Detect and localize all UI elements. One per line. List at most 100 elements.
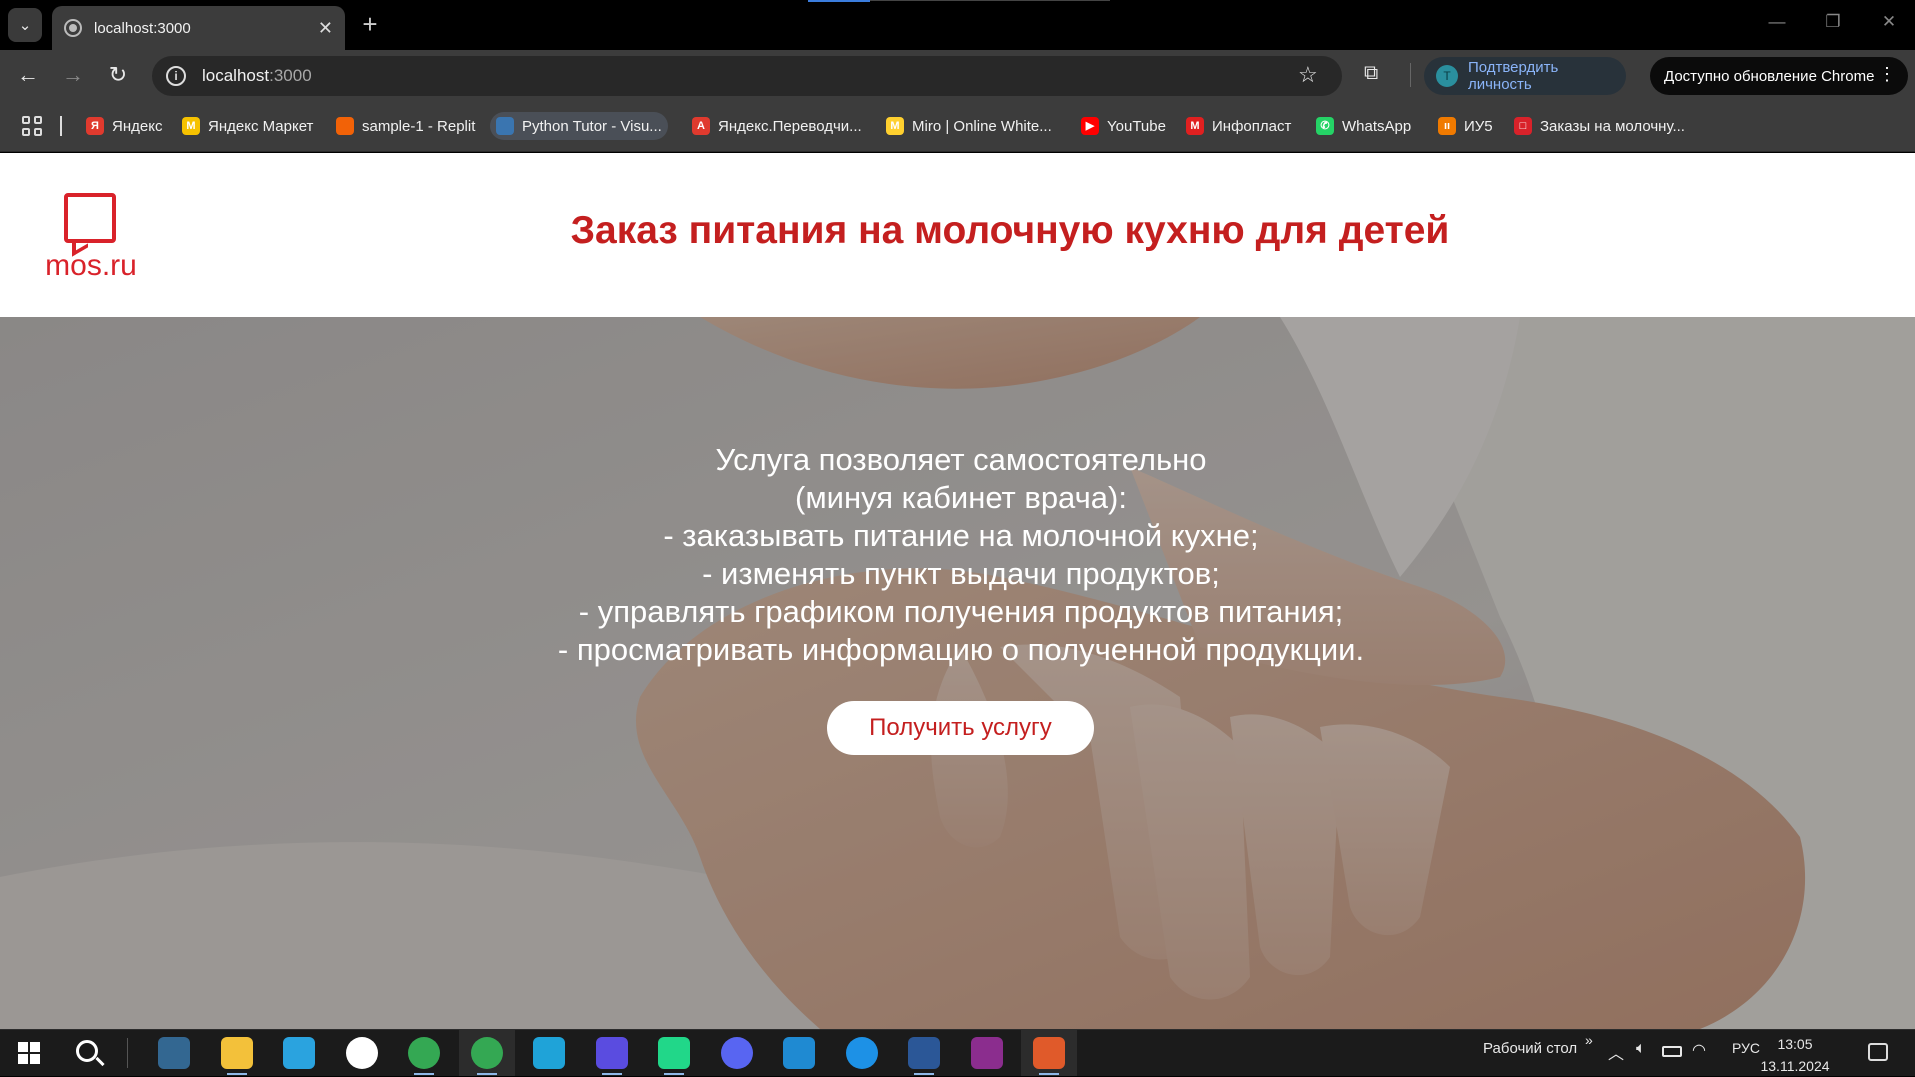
globe-icon [64, 19, 82, 37]
reload-icon[interactable]: ↻ [101, 58, 135, 92]
speech-bubble-icon [64, 193, 116, 243]
discord-icon[interactable] [721, 1037, 753, 1069]
bookmark-label: Яндекс.Переводчи... [718, 117, 862, 135]
new-tab-button[interactable]: + [355, 10, 385, 40]
bookmark-label: sample-1 - Replit [362, 117, 476, 135]
bookmark-label: ИУ5 [1464, 117, 1493, 135]
bookmark-label: Python Tutor - Visu... [522, 117, 662, 135]
chevron-down-icon: ⌄ [18, 17, 32, 34]
bookmark-label: YouTube [1107, 117, 1166, 135]
bookmark-iu5[interactable]: ıı ИУ5 [1432, 112, 1499, 140]
bookmark-label: Заказы на молочну... [1540, 117, 1685, 135]
chrome-icon[interactable] [408, 1037, 440, 1069]
running-indicator [227, 1073, 247, 1075]
back-icon[interactable]: ← [11, 58, 45, 92]
file-explorer-icon[interactable] [221, 1037, 253, 1069]
bookmark-yandex-market[interactable]: M Яндекс Маркет [176, 112, 319, 140]
language-indicator[interactable]: РУС [1732, 1040, 1760, 1056]
iu5-icon: ıı [1438, 117, 1456, 135]
bookmark-python[interactable]: Python Tutor - Visu... [490, 112, 668, 140]
bookmark-yandex[interactable]: Я Яндекс [80, 112, 168, 140]
yandex-market-icon: M [182, 117, 200, 135]
desktop-toolbar-label[interactable]: Рабочий стол [1483, 1040, 1577, 1057]
browser-tab[interactable]: localhost:3000 ✕ [52, 6, 345, 50]
hero-line: - заказывать питание на молочной кухне; [663, 518, 1259, 553]
bookmark-whatsapp[interactable]: ✆ WhatsApp [1310, 112, 1417, 140]
bookmark-star-icon[interactable]: ☆ [1298, 62, 1318, 88]
running-indicator [602, 1073, 622, 1075]
wifi-icon[interactable]: ◠ [1692, 1040, 1706, 1060]
hero-line: Услуга позволяет самостоятельно [715, 442, 1207, 477]
whatsapp-icon: ✆ [1316, 117, 1334, 135]
docker-icon[interactable] [846, 1037, 878, 1069]
yandex-browser-icon[interactable] [346, 1037, 378, 1069]
edge-icon[interactable] [533, 1037, 565, 1069]
running-indicator [914, 1073, 934, 1075]
hero-line: - изменять пункт выдачи продуктов; [702, 556, 1220, 591]
bookmark-infoplast[interactable]: M Инфопласт [1180, 112, 1297, 140]
battery-icon[interactable] [1662, 1046, 1682, 1057]
bookmark-orders[interactable]: □ Заказы на молочну... [1508, 112, 1691, 140]
extensions-icon[interactable]: ⧉ [1364, 62, 1388, 86]
pycharm-icon[interactable] [658, 1037, 690, 1069]
tab-title: localhost:3000 [94, 19, 191, 37]
bookmarks-divider [60, 116, 62, 136]
chrome-profile-icon[interactable] [471, 1037, 503, 1069]
bookmark-yandex-translate[interactable]: A Яндекс.Переводчи... [686, 112, 868, 140]
clock-date: 13.11.2024 [1760, 1058, 1830, 1074]
mos-ru-logo[interactable]: mos.ru [36, 193, 146, 283]
verify-label: Подтвердить личность [1467, 59, 1559, 93]
bookmark-replit[interactable]: sample-1 - Replit [330, 112, 481, 140]
clock-time: 13:05 [1777, 1036, 1813, 1052]
running-indicator [477, 1073, 497, 1075]
minimize-icon[interactable]: — [1762, 12, 1792, 32]
forward-icon[interactable]: → [56, 58, 90, 92]
restore-icon[interactable]: ❐ [1818, 12, 1848, 32]
clock[interactable]: 13:05 13.11.2024 [1760, 1033, 1830, 1077]
vscode-icon[interactable] [783, 1037, 815, 1069]
replit-icon [336, 117, 354, 135]
postgres-icon[interactable] [158, 1037, 190, 1069]
taskbar-divider [127, 1038, 128, 1068]
miro-icon: M [886, 117, 904, 135]
yandex-icon: Я [86, 117, 104, 135]
tab-search-button[interactable]: ⌄ [8, 8, 42, 42]
word-icon[interactable] [908, 1037, 940, 1069]
apps-grid-icon[interactable] [22, 116, 42, 136]
orders-icon: □ [1514, 117, 1532, 135]
running-indicator [414, 1073, 434, 1075]
bookmark-label: Яндекс [112, 117, 163, 135]
winrar-icon[interactable] [971, 1037, 1003, 1069]
site-info-icon[interactable]: i [166, 66, 186, 86]
close-window-icon[interactable]: ✕ [1874, 12, 1904, 32]
windows-start-icon[interactable] [18, 1042, 40, 1064]
notifications-icon[interactable] [1868, 1043, 1888, 1061]
hero-line: - просматривать информацию о полученной … [557, 632, 1365, 667]
hero-overlay [0, 317, 1915, 1029]
tab-divider [870, 0, 1110, 1]
bookmark-label: Инфопласт [1212, 117, 1292, 135]
get-service-button[interactable]: Получить услугу [827, 701, 1094, 755]
chevrons-icon[interactable]: » [1585, 1032, 1593, 1048]
telegram-icon[interactable] [283, 1037, 315, 1069]
yandex-translate-icon: A [692, 117, 710, 135]
bookmark-miro[interactable]: M Miro | Online White... [880, 112, 1058, 140]
url-host: localhost [202, 66, 270, 85]
tray-expand-icon[interactable]: ︿ [1608, 1040, 1624, 1064]
hero-description: Услуга позволяет самостоятельно (минуя к… [400, 441, 1522, 669]
volume-icon[interactable]: 🔈︎ [1636, 1040, 1646, 1058]
running-indicator [1039, 1073, 1059, 1075]
update-label: Доступно обновление Chrome [1664, 67, 1875, 85]
menu-dots-icon[interactable]: ⋮ [1878, 64, 1896, 85]
bookmark-youtube[interactable]: ▶ YouTube [1075, 112, 1172, 140]
close-tab-icon[interactable]: ✕ [318, 18, 333, 39]
git-tool-icon[interactable] [1033, 1037, 1065, 1069]
address-bar[interactable]: i localhost:3000 [152, 56, 1342, 96]
goland-icon[interactable] [596, 1037, 628, 1069]
verify-identity-button[interactable]: T Подтвердить личность [1424, 57, 1626, 95]
chrome-update-button[interactable]: Доступно обновление Chrome ⋮ [1650, 57, 1908, 95]
logo-text: mos.ru [45, 249, 137, 282]
url-port: :3000 [269, 66, 312, 85]
profile-avatar: T [1436, 65, 1458, 87]
tab-indicator [808, 0, 870, 2]
